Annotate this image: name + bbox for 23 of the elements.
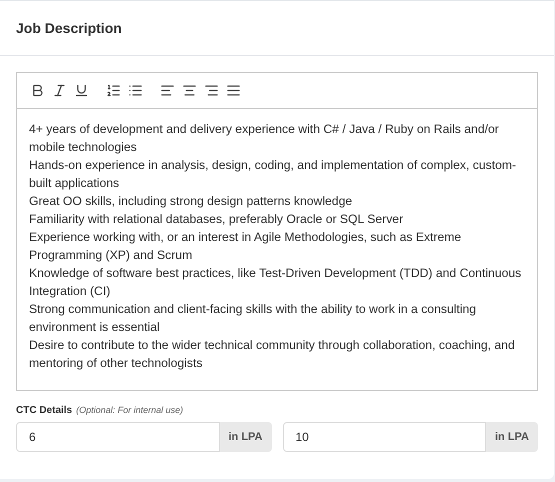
description-line: Great OO skills, including strong design patterns knowledge — [29, 193, 354, 210]
description-line: 4+ years of development and delivery experience with C# / Java / Ruby on Rails and/or mobile technologies — [29, 121, 500, 156]
align-center-icon[interactable] — [181, 82, 197, 98]
unit-label: in LPA — [220, 422, 272, 452]
description-line: Knowledge of software best practices, like Test-Driven Development (TDD) and Continuous Integration (CI) — [29, 265, 522, 300]
text-editor[interactable] — [16, 72, 538, 391]
unit-label: in LPA — [486, 422, 538, 452]
description-line: Strong communication and client-facing skills with the ability to work in a consulting environment is essential — [29, 301, 478, 336]
ctc-input[interactable]: 10 — [282, 422, 486, 452]
description-line: Desire to contribute to the wider technical community through collaboration, coaching, and mentoring of other technologists — [29, 337, 516, 372]
field-label: CTC Details — [16, 404, 72, 418]
align-right-icon[interactable] — [203, 82, 219, 98]
numbered-list-icon[interactable] — [105, 82, 121, 98]
justify-icon[interactable] — [225, 82, 241, 98]
field-hint: (Optional: For internal use) — [76, 404, 184, 417]
ctc-input[interactable]: 6 — [16, 422, 220, 452]
description-line: Experience working with, or an interest in Agile Methodologies, such as Extreme Programming (XP) and Scrum — [29, 229, 462, 264]
description-line: Familiarity with relational databases, preferably Oracle or SQL Server — [29, 211, 404, 228]
bulleted-list-icon[interactable] — [127, 82, 143, 98]
underline-icon[interactable] — [73, 82, 89, 98]
align-left-icon[interactable] — [159, 82, 175, 98]
description-line: Hands-on experience in analysis, design, coding, and implementation of complex, custom-built applications — [29, 157, 518, 192]
card-title: Job Description — [16, 18, 122, 38]
